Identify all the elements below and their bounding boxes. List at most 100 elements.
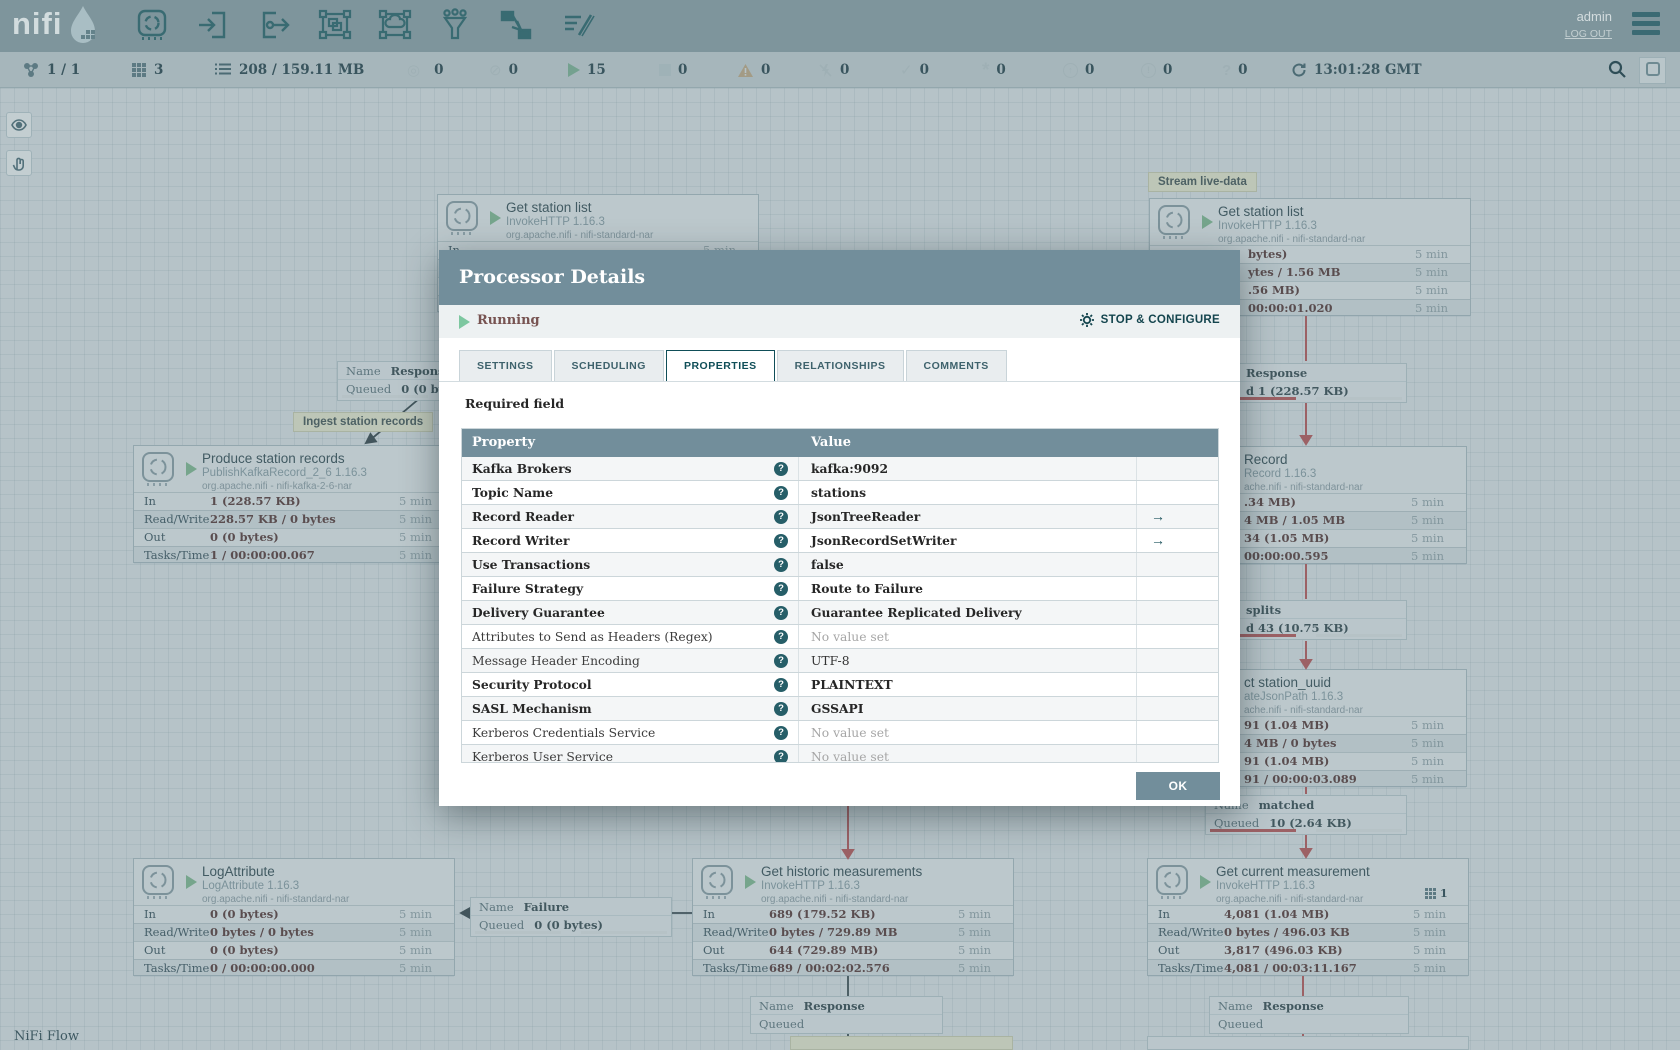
processor-get-current-measurement[interactable]: Get current measurement InvokeHTTP 1.16.… xyxy=(1147,858,1469,977)
property-row[interactable]: Use Transactions? false xyxy=(462,553,1218,577)
add-remote-process-group-button[interactable] xyxy=(377,8,413,44)
property-name: Topic Name xyxy=(472,485,554,500)
property-row[interactable]: Kafka Brokers? kafka:9092 xyxy=(462,457,1218,481)
processor-name: Get historic measurements xyxy=(761,864,923,879)
help-icon[interactable]: ? xyxy=(774,558,788,572)
tab-settings[interactable]: SETTINGS xyxy=(459,350,552,382)
processor-run-status: Running xyxy=(477,313,540,328)
property-row[interactable]: Failure Strategy? Route to Failure xyxy=(462,577,1218,601)
help-icon[interactable]: ? xyxy=(774,750,788,762)
help-icon[interactable]: ? xyxy=(774,486,788,500)
property-row[interactable]: Kerberos User Service? No value set xyxy=(462,745,1218,762)
property-value[interactable]: No value set xyxy=(811,726,889,740)
connection-response-historic[interactable]: Name Response Queued xyxy=(750,996,943,1034)
property-row[interactable]: SASL Mechanism? GSSAPI xyxy=(462,697,1218,721)
sync-failure-count-status: ? 0 xyxy=(1222,61,1248,79)
property-name: Kerberos Credentials Service xyxy=(472,726,656,740)
property-row[interactable]: Message Header Encoding? UTF-8 xyxy=(462,649,1218,673)
property-row[interactable]: Attributes to Send as Headers (Regex)? N… xyxy=(462,625,1218,649)
property-value[interactable]: GSSAPI xyxy=(811,701,864,716)
logout-link[interactable]: LOG OUT xyxy=(1565,28,1612,40)
operate-palette-button[interactable] xyxy=(6,150,32,176)
add-funnel-button[interactable] xyxy=(437,8,473,44)
property-row[interactable]: Security Protocol? PLAINTEXT xyxy=(462,673,1218,697)
help-icon[interactable]: ? xyxy=(774,678,788,692)
running-status-icon xyxy=(186,875,197,889)
property-value[interactable]: false xyxy=(811,557,844,572)
navigate-palette-button[interactable] xyxy=(6,112,32,138)
help-icon[interactable]: ? xyxy=(774,534,788,548)
active-threads-status: 3 xyxy=(131,52,163,88)
help-icon[interactable]: ? xyxy=(774,702,788,716)
help-icon[interactable]: ? xyxy=(774,462,788,476)
up-to-date-icon: ✓ xyxy=(900,61,913,79)
help-icon[interactable]: ? xyxy=(774,510,788,524)
locally-modified-icon: * xyxy=(982,59,990,81)
processor-produce-station-records[interactable]: Produce station records PublishKafkaReco… xyxy=(133,445,455,564)
disabled-count-status: 0 xyxy=(818,52,849,88)
tab-scheduling[interactable]: SCHEDULING xyxy=(553,350,664,382)
property-value[interactable]: Guarantee Replicated Delivery xyxy=(811,605,1022,620)
app-header: nifi admin LOG OUT xyxy=(0,0,1680,52)
property-value[interactable]: No value set xyxy=(811,630,889,644)
help-icon[interactable]: ? xyxy=(774,606,788,620)
processor-type: InvokeHTTP 1.16.3 xyxy=(761,880,860,892)
property-value[interactable]: UTF-8 xyxy=(811,654,850,668)
property-row[interactable]: Record Writer? JsonRecordSetWriter → xyxy=(462,529,1218,553)
go-to-service-icon[interactable]: → xyxy=(1151,529,1165,552)
property-name: Security Protocol xyxy=(472,677,592,692)
property-value[interactable]: PLAINTEXT xyxy=(811,677,893,692)
tab-properties[interactable]: PROPERTIES xyxy=(665,350,775,382)
help-icon[interactable]: ? xyxy=(774,726,788,740)
sync-failure-icon: ? xyxy=(1222,61,1232,79)
go-to-service-icon[interactable]: → xyxy=(1151,505,1165,528)
add-output-port-button[interactable] xyxy=(257,8,293,44)
help-icon[interactable]: ? xyxy=(774,654,788,668)
nifi-drop-icon xyxy=(71,6,95,43)
property-name: Use Transactions xyxy=(472,557,591,572)
hide-summary-button[interactable] xyxy=(1639,57,1666,84)
processor-logattribute[interactable]: LogAttribute LogAttribute 1.16.3 org.apa… xyxy=(133,858,455,977)
property-value[interactable]: No value set xyxy=(811,750,889,762)
tab-comments[interactable]: COMMENTS xyxy=(905,350,1007,382)
add-process-group-button[interactable] xyxy=(317,8,353,44)
property-value[interactable]: JsonRecordSetWriter xyxy=(811,533,956,548)
help-icon[interactable]: ? xyxy=(774,630,788,644)
add-input-port-button[interactable] xyxy=(195,8,231,44)
property-row[interactable]: Kerberos Credentials Service? No value s… xyxy=(462,721,1218,745)
gear-icon xyxy=(1079,313,1094,327)
canvas-label-stream-live-data[interactable]: Stream live-data xyxy=(1148,172,1257,192)
global-menu-button[interactable] xyxy=(1632,12,1662,38)
processor-get-historic-measurements[interactable]: Get historic measurements InvokeHTTP 1.1… xyxy=(692,858,1014,977)
status-bar: 1 / 1 3 208 / 159.11 MB ◎ 0 ⊘ 0 15 0 0 0 ✓… xyxy=(0,52,1680,88)
cluster-icon xyxy=(24,63,38,77)
canvas-label-ingest-station-records[interactable]: Ingest station records xyxy=(293,412,434,432)
running-icon xyxy=(568,63,580,77)
property-value[interactable]: kafka:9092 xyxy=(811,461,888,476)
dialog-header: Processor Details xyxy=(439,250,1240,305)
tab-relationships[interactable]: RELATIONSHIPS xyxy=(776,350,904,382)
stop-and-configure-button[interactable]: STOP & CONFIGURE xyxy=(1079,312,1220,328)
property-row[interactable]: Topic Name? stations xyxy=(462,481,1218,505)
ok-button[interactable]: OK xyxy=(1136,772,1220,800)
property-value[interactable]: Route to Failure xyxy=(811,581,923,596)
breadcrumb[interactable]: NiFi Flow xyxy=(14,1029,79,1044)
help-icon[interactable]: ? xyxy=(774,582,788,596)
not-transmitting-icon: ⊘ xyxy=(489,61,502,79)
property-row[interactable]: Record Reader? JsonTreeReader → xyxy=(462,505,1218,529)
add-template-button[interactable] xyxy=(498,8,534,44)
last-refresh-status: 13:01:28 GMT xyxy=(1291,52,1422,88)
property-value[interactable]: stations xyxy=(811,485,866,500)
add-processor-button[interactable] xyxy=(134,8,170,44)
property-row[interactable]: Delivery Guarantee? Guarantee Replicated… xyxy=(462,601,1218,625)
stale-icon: ↑ xyxy=(1063,62,1078,78)
template-icon xyxy=(500,10,532,40)
property-value[interactable]: JsonTreeReader xyxy=(811,509,920,524)
processor-icon xyxy=(446,201,478,235)
add-label-button[interactable] xyxy=(560,8,596,44)
processor-type: PublishKafkaRecord_2_6 1.16.3 xyxy=(202,467,367,479)
hand-icon xyxy=(12,157,24,171)
search-button[interactable] xyxy=(1603,57,1630,84)
connection-response-current[interactable]: Name Response Queued xyxy=(1209,996,1409,1034)
connection-failure[interactable]: Name Failure Queued 0 (0 bytes) xyxy=(470,897,672,937)
